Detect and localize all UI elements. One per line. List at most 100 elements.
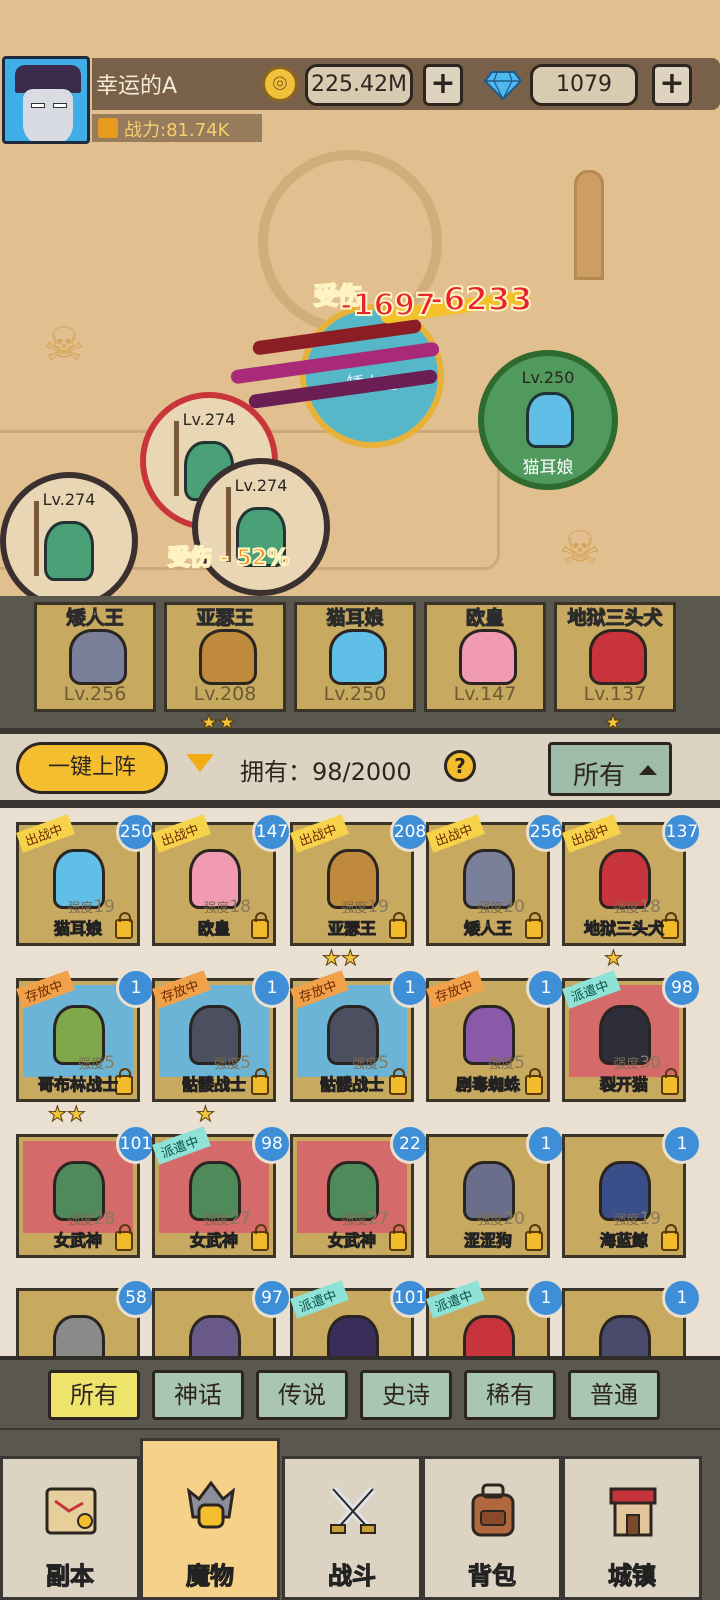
monster-name: 地狱三头犬 — [583, 919, 664, 939]
battle-map: ☠ ☠ 幸运的A ◎ 225.42M + 1079 + 战力:81.74K 矮人… — [0, 0, 720, 610]
deployed-card[interactable]: 欧皇 Lv.147 — [424, 602, 546, 712]
deployed-card[interactable]: 地狱三头犬 Lv.137 — [554, 602, 676, 712]
add-gold-button[interactable]: + — [423, 64, 463, 106]
unit-name: 猫耳娘 — [522, 458, 574, 478]
swords-icon — [330, 1486, 376, 1534]
lizard-enemy[interactable]: Lv.274 — [0, 472, 138, 610]
player-avatar[interactable] — [2, 56, 90, 144]
deployed-monsters: 矮人王 Lv.256 亚瑟王 Lv.208 猫耳娘 Lv.250 欧皇 Lv.1… — [0, 596, 720, 728]
monster-name: 女武神 — [189, 1231, 238, 1251]
strength-value: 强度5 — [352, 1053, 389, 1073]
star-rating: ★★ — [48, 1102, 87, 1127]
unit-level: Lv.274 — [234, 476, 288, 495]
level-badge: 22 — [390, 1124, 430, 1164]
deployed-card[interactable]: 猫耳娘 Lv.250 — [294, 602, 416, 712]
strength-number: 5 — [240, 1053, 251, 1073]
nav-dungeon[interactable]: 副本 — [0, 1456, 140, 1600]
town-icon — [609, 1487, 657, 1537]
deployed-card[interactable]: 矮人王 Lv.256 — [34, 602, 156, 712]
skull-icon: ☠ — [43, 317, 85, 371]
strength-label: 强度 — [203, 901, 230, 916]
nav-monsters[interactable]: 魔物 — [140, 1438, 280, 1600]
star-rating: ★★ — [322, 946, 361, 971]
backpack-icon — [471, 1483, 515, 1537]
level-badge: 250 — [116, 812, 156, 852]
skull-icon: ☠ — [559, 521, 601, 575]
spear — [33, 500, 39, 577]
level-badge: 1 — [526, 968, 566, 1008]
strength-label: 强度 — [78, 1057, 105, 1072]
level-badge: 1 — [662, 1278, 702, 1318]
strength-label: 强度 — [67, 1213, 94, 1228]
deployed-level: Lv.250 — [323, 683, 387, 705]
strength-value: 强度19 — [341, 897, 389, 917]
strength-value: 强度27 — [203, 1209, 251, 1229]
arrow-down-icon — [186, 754, 214, 772]
monster-name: 亚瑟王 — [327, 919, 376, 939]
star-rating: ★ — [604, 946, 624, 971]
strength-label: 强度 — [67, 901, 94, 916]
tab-legendary[interactable]: 传说 — [256, 1370, 348, 1420]
strength-value: 强度20 — [477, 1209, 525, 1229]
strength-value: 强度5 — [214, 1053, 251, 1073]
filter-label: 所有 — [573, 761, 626, 791]
strength-number: 5 — [514, 1053, 525, 1073]
lizard-enemy[interactable]: Lv.274 — [192, 458, 330, 596]
level-badge: 1 — [390, 968, 430, 1008]
nav-town[interactable]: 城镇 — [562, 1456, 702, 1600]
strength-label: 强度 — [613, 1057, 640, 1072]
monster-figure — [69, 629, 127, 685]
map-icon — [45, 1487, 97, 1535]
spear — [173, 420, 179, 497]
gem-amount: 1079 — [530, 64, 638, 106]
level-badge: 137 — [662, 812, 702, 852]
tab-all[interactable]: 所有 — [48, 1370, 140, 1420]
monster-roster: 出战中 强度19 猫耳娘 250 出战中 强度18 欧皇 147 出战中 强度19 亚瑟王 208 出战… — [0, 808, 720, 1388]
level-badge: 101 — [116, 1124, 156, 1164]
strength-label: 强度 — [203, 1213, 230, 1228]
strength-number: 19 — [93, 897, 115, 917]
tab-epic[interactable]: 史诗 — [360, 1370, 452, 1420]
monster-name: 女武神 — [53, 1231, 102, 1251]
deployed-level: Lv.147 — [453, 683, 517, 705]
level-badge: 1 — [526, 1124, 566, 1164]
deployed-name: 猫耳娘 — [326, 607, 384, 630]
cat-girl-unit[interactable]: Lv.250 猫耳娘 — [478, 350, 618, 490]
deployed-name: 地狱三头犬 — [567, 607, 663, 630]
strength-number: 5 — [378, 1053, 389, 1073]
add-gems-button[interactable]: + — [652, 64, 692, 106]
nav-battle[interactable]: 战斗 — [282, 1456, 422, 1600]
help-icon[interactable]: ? — [444, 750, 476, 782]
tab-rare[interactable]: 稀有 — [464, 1370, 556, 1420]
tab-common[interactable]: 普通 — [568, 1370, 660, 1420]
strength-label: 强度 — [488, 1057, 515, 1072]
strength-label: 强度 — [341, 1213, 368, 1228]
damage-label: 受伤 - 52% — [167, 545, 290, 572]
nav-backpack[interactable]: 背包 — [422, 1456, 562, 1600]
caret-up-icon — [639, 765, 657, 775]
gold-coin-icon: ◎ — [262, 66, 298, 102]
combat-power: 战力:81.74K — [124, 120, 230, 141]
power-icon — [98, 118, 118, 138]
deployed-card[interactable]: 亚瑟王 Lv.208 — [164, 602, 286, 712]
lizard-figure — [43, 520, 95, 582]
nav-label: 战斗 — [328, 1562, 377, 1591]
deployed-name: 矮人王 — [66, 607, 124, 630]
monster-name: 哥布林战士 — [37, 1075, 118, 1095]
level-badge: 1 — [116, 968, 156, 1008]
deploy-all-button[interactable]: 一键上阵 — [16, 742, 168, 794]
strength-label: 强度 — [341, 901, 368, 916]
strength-value: 强度27 — [341, 1209, 389, 1229]
monster-figure — [459, 629, 517, 685]
filter-dropdown[interactable]: 所有 — [548, 742, 672, 796]
level-badge: 1 — [662, 1124, 702, 1164]
star-rating: ★ — [196, 1102, 216, 1127]
damage-number: -6233 — [429, 279, 533, 319]
level-badge: 1 — [252, 968, 292, 1008]
monster-name: 海蓝鲸 — [599, 1231, 648, 1251]
strength-number: 5 — [104, 1053, 115, 1073]
strength-label: 强度 — [613, 1213, 640, 1228]
deployed-name: 欧皇 — [465, 607, 504, 630]
strength-number: 30 — [639, 1053, 661, 1073]
tab-mythic[interactable]: 神话 — [152, 1370, 244, 1420]
